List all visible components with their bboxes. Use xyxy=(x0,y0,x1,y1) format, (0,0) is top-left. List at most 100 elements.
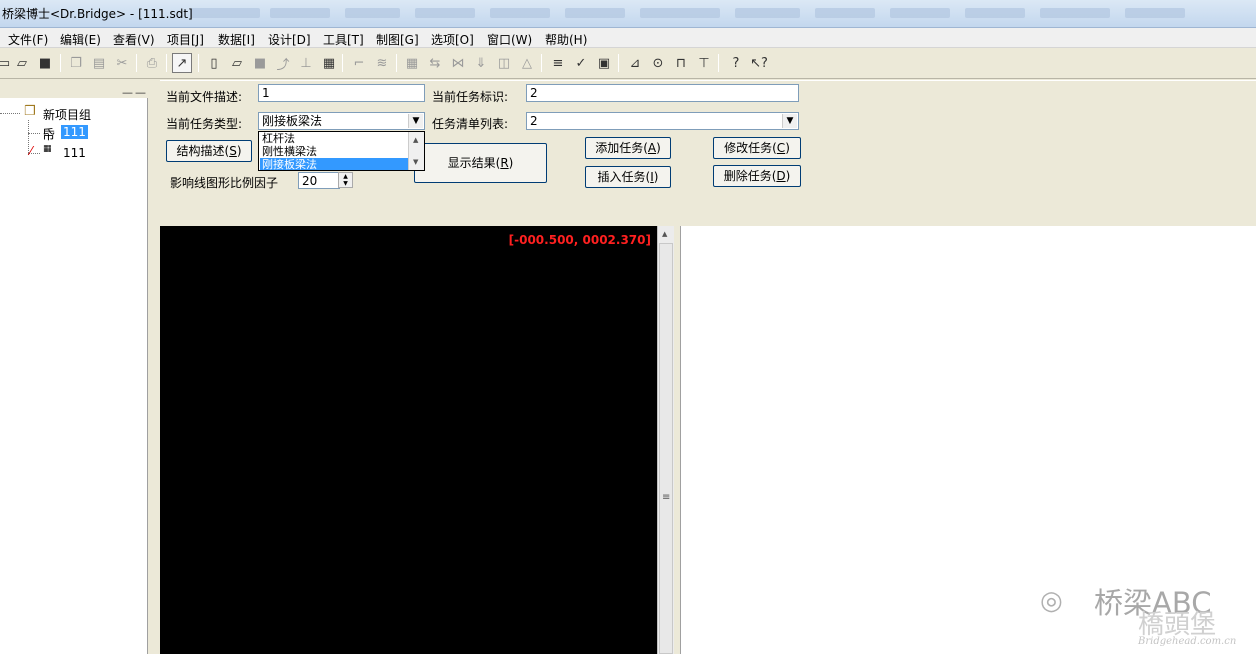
line-icon[interactable]: ⌐ xyxy=(349,53,369,73)
task-list-label: 任务清单列表: xyxy=(432,117,509,131)
list-icon[interactable]: ≡ xyxy=(548,53,568,73)
toolbar-separator xyxy=(618,54,619,72)
tree-group-label[interactable]: 新项目组 xyxy=(43,106,91,123)
blurred-taskbar-item xyxy=(890,8,950,18)
title-bar: 桥梁博士<Dr.Bridge> - [111.sdt] xyxy=(0,0,1256,28)
menu-drawing[interactable]: 制图[G] xyxy=(376,31,419,48)
delete-task-button[interactable]: 删除任务(D) xyxy=(713,165,801,187)
dropdown-option[interactable]: 刚性横梁法 xyxy=(260,145,408,158)
modify-task-button[interactable]: 修改任务(C) xyxy=(713,137,801,159)
dropdown-option-selected[interactable]: 刚接板梁法 xyxy=(260,158,408,170)
scale-spinner[interactable]: ▲ ▼ xyxy=(338,172,353,188)
influence-line-icon: ⁄ xyxy=(30,144,33,158)
calculator-icon[interactable]: ▦ xyxy=(319,53,339,73)
vertical-scrollbar[interactable]: ▲ ≡ xyxy=(657,226,674,654)
menu-design[interactable]: 设计[D] xyxy=(268,31,311,48)
toolbar: ▭ ▱ ■ ❐ ▤ ✂ ⎙ ↗ ▯ ▱ ■ ⤴ ⊥ ▦ ⌐ ≋ ▦ ⇆ ⋈ ⇓ … xyxy=(0,49,1256,79)
copy-icon[interactable]: ❐ xyxy=(66,53,86,73)
new-doc-icon[interactable]: ▯ xyxy=(204,53,224,73)
graph-view-icon[interactable]: ↗ xyxy=(172,53,192,73)
toolbar-separator xyxy=(718,54,719,72)
tree-connector xyxy=(28,120,29,155)
triangle-icon[interactable]: △ xyxy=(517,53,537,73)
minimize-icon[interactable]: — xyxy=(122,86,133,99)
menu-window[interactable]: 窗口(W) xyxy=(487,31,532,48)
blurred-taskbar-item xyxy=(190,8,260,18)
scroll-up-icon[interactable]: ▲ xyxy=(413,136,418,144)
check-icon[interactable]: ✓ xyxy=(571,53,591,73)
tree-panel-header: — — xyxy=(0,80,148,99)
chevron-down-icon[interactable]: ▼ xyxy=(408,114,423,128)
menu-edit[interactable]: 编辑(E) xyxy=(60,31,101,48)
blurred-taskbar-item xyxy=(735,8,800,18)
toolbar-separator xyxy=(396,54,397,72)
paste-icon[interactable]: ▤ xyxy=(89,53,109,73)
toolbar-separator xyxy=(541,54,542,72)
menu-view[interactable]: 查看(V) xyxy=(113,31,155,48)
grid-icon[interactable]: ▦ xyxy=(402,53,422,73)
shear-icon[interactable]: ⊤ xyxy=(694,53,714,73)
toolbar-separator xyxy=(166,54,167,72)
menu-options[interactable]: 选项[O] xyxy=(431,31,474,48)
struct-desc-button[interactable]: 结构描述(S) xyxy=(166,140,252,162)
toolbar-separator xyxy=(342,54,343,72)
project-tree-panel: — — ❒ 新项目组 帋 111 ⁄ ▦ 111 xyxy=(0,80,148,654)
menu-tools[interactable]: 工具[T] xyxy=(323,31,364,48)
cut-icon[interactable]: ✂ xyxy=(112,53,132,73)
blurred-taskbar-item xyxy=(490,8,550,18)
number-list-icon: ▦ xyxy=(43,144,52,154)
scroll-up-icon[interactable]: ▲ xyxy=(662,230,667,238)
task-id-input[interactable]: 2 xyxy=(526,84,799,102)
menu-help[interactable]: 帮助(H) xyxy=(545,31,587,48)
save-doc-icon[interactable]: ■ xyxy=(250,53,270,73)
slope-icon[interactable]: ⊿ xyxy=(625,53,645,73)
circle-icon[interactable]: ⊙ xyxy=(648,53,668,73)
graph-canvas[interactable]: [-000.500, 0002.370] xyxy=(160,226,657,654)
blurred-taskbar-item xyxy=(1040,8,1110,18)
beam-icon[interactable]: ≋ xyxy=(372,53,392,73)
scroll-down-icon[interactable]: ▼ xyxy=(413,158,418,166)
tree-item[interactable]: 111 xyxy=(63,146,86,160)
close-panel-icon[interactable]: — xyxy=(135,86,146,99)
scale-factor-label: 影响线图形比例因子 xyxy=(170,176,279,190)
scrollbar-thumb[interactable] xyxy=(659,243,673,654)
grip-icon: ≡ xyxy=(662,492,671,503)
blurred-taskbar-item xyxy=(965,8,1025,18)
toolbar-separator xyxy=(198,54,199,72)
structure-icon: 帋 xyxy=(42,128,56,143)
dropdown-scrollbar[interactable]: ▲ ▼ xyxy=(408,132,424,170)
structure-icon[interactable]: ⊓ xyxy=(671,53,691,73)
print-icon[interactable]: ⎙ xyxy=(142,53,162,73)
node-icon[interactable]: ⋈ xyxy=(448,53,468,73)
load-icon[interactable]: ⇓ xyxy=(471,53,491,73)
menu-project[interactable]: 项目[J] xyxy=(167,31,204,48)
wechat-icon: ◎ xyxy=(1040,586,1063,616)
blurred-taskbar-item xyxy=(640,8,720,18)
show-result-button[interactable]: 显示结果(R) xyxy=(414,143,547,183)
save-icon[interactable]: ■ xyxy=(35,53,55,73)
blurred-taskbar-item xyxy=(815,8,875,18)
task-type-select[interactable]: 刚接板梁法 ▼ xyxy=(258,112,425,130)
help-icon[interactable]: ? xyxy=(726,53,746,73)
chevron-down-icon[interactable]: ▼ xyxy=(782,114,797,128)
tool-b-icon[interactable]: ⊥ xyxy=(296,53,316,73)
menu-data[interactable]: 数据[I] xyxy=(218,31,255,48)
tree-item-selected[interactable]: 111 xyxy=(61,125,88,139)
insert-task-button[interactable]: 插入任务(I) xyxy=(585,166,671,188)
tree-connector xyxy=(0,113,20,114)
section-icon[interactable]: ◫ xyxy=(494,53,514,73)
add-task-button[interactable]: 添加任务(A) xyxy=(585,137,671,159)
task-id-label: 当前任务标识: xyxy=(432,90,509,104)
panel-splitter[interactable] xyxy=(149,80,159,654)
tool-a-icon[interactable]: ⤴ xyxy=(273,53,293,73)
file-desc-input[interactable]: 1 xyxy=(258,84,425,102)
scale-factor-input[interactable]: 20 xyxy=(298,172,340,189)
open-doc-icon[interactable]: ▱ xyxy=(227,53,247,73)
task-list-select[interactable]: 2 ▼ xyxy=(526,112,799,130)
folder-open-icon[interactable]: ▱ xyxy=(12,53,32,73)
menu-file[interactable]: 文件(F) xyxy=(8,31,48,48)
table-icon[interactable]: ▣ xyxy=(594,53,614,73)
context-help-icon[interactable]: ↖? xyxy=(749,53,769,73)
dropdown-option[interactable]: 杠杆法 xyxy=(260,132,408,145)
arrow-icon[interactable]: ⇆ xyxy=(425,53,445,73)
